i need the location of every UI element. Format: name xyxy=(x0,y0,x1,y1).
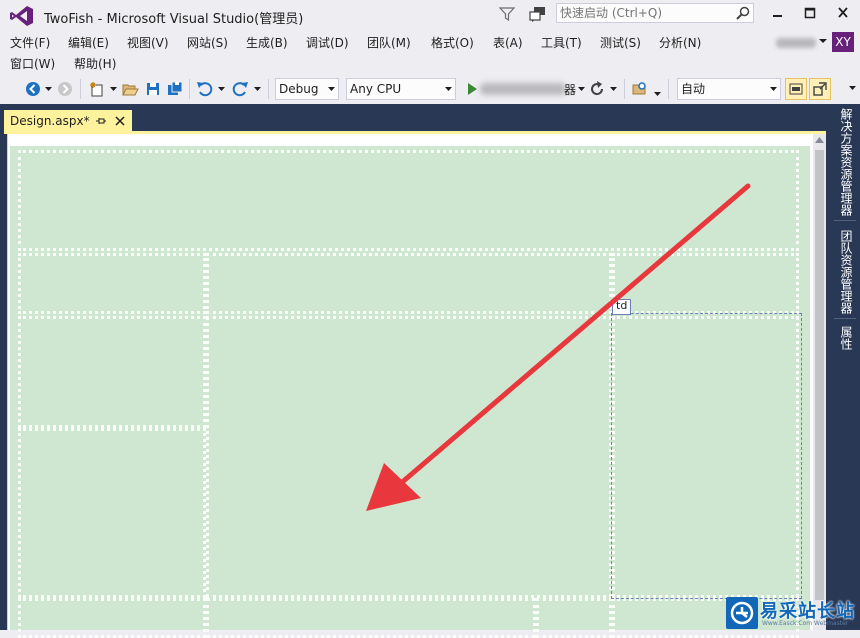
chevron-down-icon[interactable] xyxy=(110,87,117,92)
chevron-down-icon xyxy=(445,87,452,91)
chevron-down-icon[interactable] xyxy=(45,87,52,92)
window-title: TwoFish - Microsoft Visual Studio(管理员) xyxy=(44,12,304,27)
chevron-down-icon[interactable] xyxy=(610,87,617,92)
new-project-icon[interactable] xyxy=(88,80,106,98)
chevron-down-icon[interactable] xyxy=(578,87,585,92)
table-cell[interactable] xyxy=(18,316,206,428)
undo-icon[interactable] xyxy=(196,80,214,98)
side-tab-team-explorer[interactable]: 团队资源管理器 xyxy=(832,226,860,318)
scrollbar-thumb[interactable] xyxy=(815,150,824,600)
menu-help[interactable]: 帮助(H) xyxy=(74,56,116,72)
feedback-icon[interactable] xyxy=(528,5,548,23)
navigate-forward-icon[interactable] xyxy=(56,80,74,98)
pin-icon[interactable] xyxy=(95,115,107,127)
user-avatar[interactable]: XY xyxy=(832,32,854,52)
filter-icon[interactable] xyxy=(498,5,516,23)
table-cell[interactable] xyxy=(18,598,206,638)
chevron-down-icon[interactable] xyxy=(849,86,856,91)
menu-view[interactable]: 视图(V) xyxy=(127,35,169,51)
run-target-suffix[interactable]: 器 xyxy=(564,82,576,98)
toolbar-separator xyxy=(268,79,269,99)
chevron-down-icon[interactable] xyxy=(218,87,225,92)
table-cell[interactable] xyxy=(536,598,612,638)
menu-website[interactable]: 网站(S) xyxy=(187,35,228,51)
solution-configuration-dropdown[interactable]: Debug xyxy=(275,78,339,100)
save-all-icon[interactable] xyxy=(166,80,184,98)
target-rule-dropdown[interactable]: 自动 xyxy=(677,78,781,100)
watermark-logo-icon xyxy=(730,601,754,625)
menu-table[interactable]: 表(A) xyxy=(493,35,523,51)
side-tab-properties[interactable]: 属性 xyxy=(832,322,860,362)
menu-test[interactable]: 测试(S) xyxy=(600,35,641,51)
menu-debug[interactable]: 调试(D) xyxy=(306,35,349,51)
menu-tools[interactable]: 工具(T) xyxy=(541,35,582,51)
navigate-back-icon[interactable] xyxy=(24,80,42,98)
table-cell[interactable] xyxy=(206,598,536,638)
menu-format[interactable]: 格式(O) xyxy=(431,35,474,51)
run-target-blurred[interactable] xyxy=(480,83,566,95)
find-in-files-icon[interactable] xyxy=(631,80,649,98)
solution-platform-dropdown[interactable]: Any CPU xyxy=(346,78,456,100)
scroll-up-arrow-icon[interactable] xyxy=(815,137,824,143)
toolbar-separator xyxy=(189,79,190,99)
annotation-arrow xyxy=(366,183,751,511)
quick-launch-input[interactable] xyxy=(560,5,732,21)
absolute-position-icon xyxy=(813,82,827,96)
search-icon[interactable] xyxy=(735,5,751,21)
watermark-subtitle: Www.Easck.Com Webmaster xyxy=(762,620,849,627)
table-cell[interactable] xyxy=(18,428,206,598)
start-debugging-icon[interactable] xyxy=(463,80,481,98)
chevron-down-icon[interactable] xyxy=(818,36,828,46)
menu-edit[interactable]: 编辑(E) xyxy=(68,35,109,51)
menu-analyze[interactable]: 分析(N) xyxy=(659,35,701,51)
minimize-button[interactable] xyxy=(766,4,788,22)
side-tab-solution-explorer[interactable]: 解决方案资源管理器 xyxy=(832,104,860,220)
quick-launch-box[interactable] xyxy=(556,3,754,23)
show-overlay-toggle[interactable] xyxy=(785,78,807,100)
menu-window[interactable]: 窗口(W) xyxy=(10,56,55,72)
close-icon[interactable] xyxy=(114,115,126,127)
visual-studio-logo-icon xyxy=(10,6,33,26)
refresh-icon[interactable] xyxy=(588,80,606,98)
user-name-blurred[interactable] xyxy=(776,38,816,48)
chevron-down-icon xyxy=(328,87,335,91)
table-cell[interactable] xyxy=(18,253,206,314)
save-icon[interactable] xyxy=(144,80,162,98)
chevron-down-icon[interactable] xyxy=(254,87,261,92)
tab-design-aspx-label: Design.aspx* xyxy=(10,114,90,128)
position-toggle[interactable] xyxy=(809,78,831,100)
solution-platform-value: Any CPU xyxy=(350,82,402,96)
toolbar-separator xyxy=(668,79,669,99)
toolbar-separator xyxy=(624,79,625,99)
redo-icon[interactable] xyxy=(231,80,249,98)
open-file-icon[interactable] xyxy=(121,80,139,98)
overlay-icon xyxy=(789,83,803,95)
close-window-button[interactable] xyxy=(832,4,854,22)
chevron-down-icon xyxy=(770,87,777,91)
toolbar-separator xyxy=(80,79,81,99)
chevron-down-icon[interactable] xyxy=(654,92,661,97)
target-rule-value: 自动 xyxy=(681,82,706,96)
menu-team[interactable]: 团队(M) xyxy=(367,35,411,51)
menu-file[interactable]: 文件(F) xyxy=(10,35,50,51)
side-tab-separator xyxy=(834,220,856,221)
side-tab-separator xyxy=(834,318,856,319)
maximize-button[interactable] xyxy=(799,4,821,22)
solution-configuration-value: Debug xyxy=(279,82,319,96)
menu-build[interactable]: 生成(B) xyxy=(246,35,288,51)
